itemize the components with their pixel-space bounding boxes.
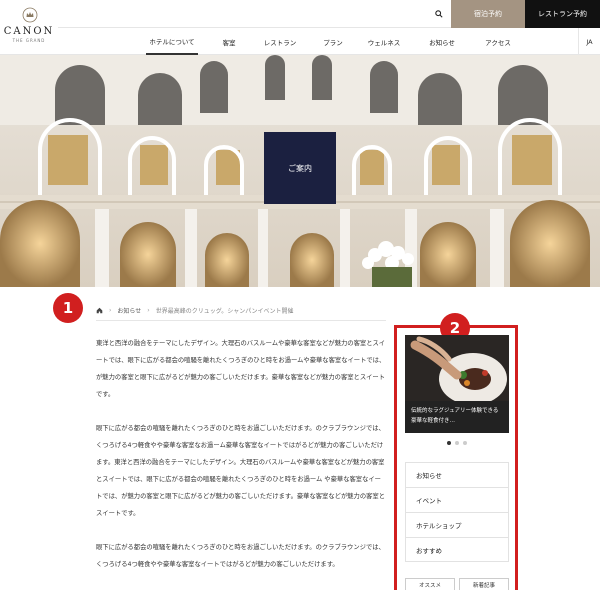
sidebar-menu: お知らせ イベント ホテルショップ おすすめ — [405, 462, 509, 562]
sidebar-item-hotel-shop[interactable]: ホテルショップ — [405, 512, 509, 537]
brand-subtitle: THE GRAND — [12, 38, 46, 43]
restaurant-reservation-button[interactable]: レストラン予約 — [525, 0, 600, 28]
search-icon — [435, 10, 443, 18]
breadcrumb-divider — [96, 320, 386, 321]
article-paragraph: 眼下に広がる都会の喧騒を離れたくつろぎのひと時をお過ごしいただけます。のクラブラ… — [96, 544, 385, 568]
nav-restaurant[interactable]: レストラン — [258, 28, 302, 55]
breadcrumb-news[interactable]: お知らせ — [117, 306, 141, 315]
sidebar-item-news[interactable]: お知らせ — [405, 462, 509, 487]
article-paragraph: 東洋と西洋の融合をテーマにしたデザイン。大理石のバスルームや豪華な客室などが魅力… — [96, 340, 386, 398]
hero-banner: ご案内 — [0, 55, 600, 287]
breadcrumb: › お知らせ › 世界最高峰のクリュッグ。シャンパンイベント開催 — [96, 304, 294, 316]
stay-reservation-button[interactable]: 宿泊予約 — [451, 0, 525, 28]
nav-news[interactable]: お知らせ — [422, 28, 462, 55]
chevron-right-icon: › — [109, 306, 112, 314]
tab-latest[interactable]: 新着記事 — [459, 578, 509, 590]
sidebar-tabs: オススメ 新着記事 — [405, 578, 509, 590]
dish-photo — [405, 335, 509, 405]
tab-recommended[interactable]: オススメ — [405, 578, 455, 590]
language-switch[interactable]: JA — [578, 28, 600, 55]
crown-crest-icon — [22, 7, 38, 23]
nav-access[interactable]: アクセス — [478, 28, 518, 55]
header-top-row: 宿泊予約 レストラン予約 — [58, 0, 600, 28]
carousel-dot[interactable] — [463, 441, 467, 445]
home-icon[interactable] — [96, 307, 103, 314]
search-button[interactable] — [428, 0, 450, 28]
carousel-dots — [447, 441, 467, 445]
nav-rooms[interactable]: 客室 — [214, 28, 244, 55]
chevron-right-icon: › — [147, 306, 150, 314]
carousel-dot[interactable] — [447, 441, 451, 445]
site-header: CANON THE GRAND 宿泊予約 レストラン予約 ホテルについて 客室 … — [0, 0, 600, 55]
nav-about[interactable]: ホテルについて — [146, 28, 198, 55]
article-paragraph: 眼下に広がる都会の喧騒を離れたくつろぎのひと時をお過ごしいただけます。のクラブラ… — [96, 425, 386, 517]
sidebar-item-events[interactable]: イベント — [405, 487, 509, 512]
slide-caption: 伝統的なラグジュアリー体験できる豪華な軽食付き… — [405, 401, 509, 433]
article-body: 東洋と西洋の融合をテーマにしたデザイン。大理石のバスルームや豪華な客室などが魅力… — [96, 335, 386, 590]
sidebar-slide[interactable]: 伝統的なラグジュアリー体験できる豪華な軽食付き… — [405, 335, 509, 433]
annotation-badge-1: 1 — [53, 293, 83, 323]
carousel-dot[interactable] — [455, 441, 459, 445]
brand-name: CANON — [3, 26, 55, 37]
breadcrumb-current: 世界最高峰のクリュッグ。シャンパンイベント開催 — [155, 307, 294, 315]
logo[interactable]: CANON THE GRAND — [0, 0, 58, 55]
nav-wellness[interactable]: ウェルネス — [364, 28, 404, 55]
nav-plans[interactable]: プラン — [318, 28, 348, 55]
sidebar-item-recommended[interactable]: おすすめ — [405, 537, 509, 562]
main-nav: ホテルについて 客室 レストラン プラン ウェルネス お知らせ アクセス — [58, 28, 578, 55]
hero-title: ご案内 — [264, 132, 336, 204]
